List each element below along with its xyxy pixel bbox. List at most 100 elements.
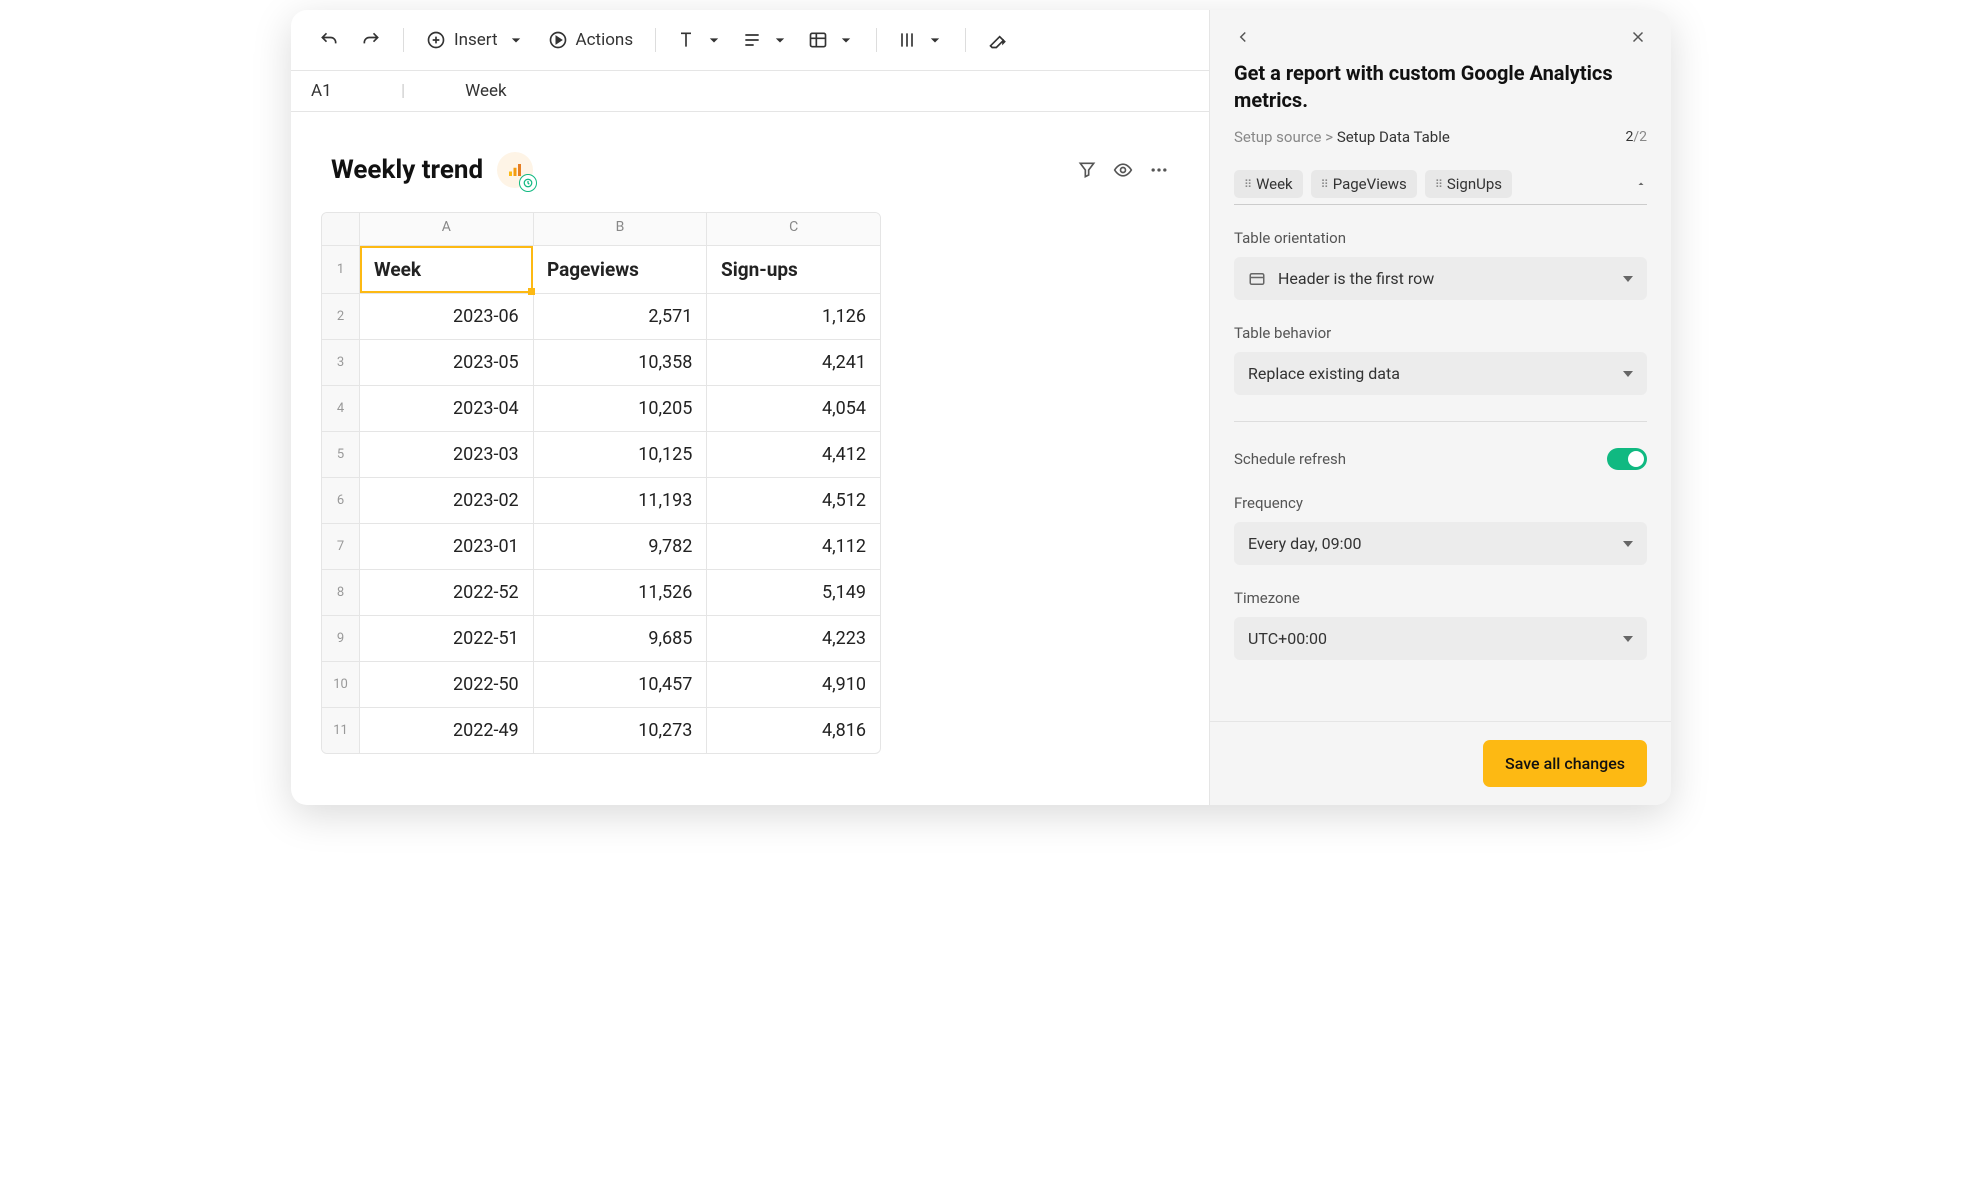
chevron-up-icon[interactable]	[1635, 175, 1647, 194]
frequency-dropdown[interactable]: Every day, 09:00	[1234, 522, 1647, 565]
column-header[interactable]: A	[360, 213, 534, 245]
header-cell[interactable]: Pageviews	[533, 246, 707, 293]
separator	[403, 28, 404, 52]
chevron-down-icon	[836, 30, 856, 50]
side-panel: Get a report with custom Google Analytic…	[1209, 10, 1671, 805]
table-icon	[808, 30, 828, 50]
data-cell[interactable]: 2023-05	[360, 340, 534, 385]
data-cell[interactable]: 2023-04	[360, 386, 534, 431]
data-cell[interactable]: 2023-03	[360, 432, 534, 477]
column-pill[interactable]: ⠿PageViews	[1311, 170, 1417, 198]
header-cell[interactable]: Sign-ups	[707, 246, 880, 293]
data-cell[interactable]: 4,241	[707, 340, 880, 385]
data-cell[interactable]: 2,571	[534, 294, 708, 339]
data-cell[interactable]: 4,054	[707, 386, 880, 431]
back-icon[interactable]	[1234, 28, 1252, 46]
insert-button[interactable]: Insert	[418, 22, 534, 58]
schedule-indicator-icon	[519, 174, 537, 192]
data-cell[interactable]: 1,126	[707, 294, 880, 339]
play-circle-icon	[548, 30, 568, 50]
timezone-dropdown[interactable]: UTC+00:00	[1234, 617, 1647, 660]
column-header[interactable]: C	[707, 213, 880, 245]
save-button[interactable]: Save all changes	[1483, 740, 1647, 787]
panel-footer: Save all changes	[1210, 721, 1671, 805]
text-format-button[interactable]	[670, 22, 730, 58]
separator	[655, 28, 656, 52]
redo-button[interactable]	[353, 22, 389, 58]
row-number[interactable]: 8	[322, 570, 360, 615]
data-cell[interactable]: 2023-02	[360, 478, 534, 523]
undo-button[interactable]	[311, 22, 347, 58]
data-cell[interactable]: 2023-06	[360, 294, 534, 339]
row-number[interactable]: 9	[322, 616, 360, 661]
data-cell[interactable]: 4,816	[707, 708, 880, 753]
eraser-button[interactable]	[980, 22, 1016, 58]
timezone-label: Timezone	[1234, 589, 1647, 607]
data-cell[interactable]: 4,412	[707, 432, 880, 477]
data-cell[interactable]: 4,512	[707, 478, 880, 523]
data-cell[interactable]: 4,910	[707, 662, 880, 707]
separator	[876, 28, 877, 52]
data-cell[interactable]: 10,125	[534, 432, 708, 477]
table-actions	[1077, 160, 1169, 180]
data-cell[interactable]: 10,457	[534, 662, 708, 707]
row-number[interactable]: 1	[322, 246, 360, 293]
app-window: Insert Actions	[291, 10, 1671, 805]
drag-handle-icon: ⠿	[1244, 178, 1250, 191]
filter-icon[interactable]	[1077, 160, 1097, 180]
column-pills[interactable]: ⠿Week ⠿PageViews ⠿SignUps	[1234, 164, 1647, 205]
data-cell[interactable]: 2022-51	[360, 616, 534, 661]
data-cell[interactable]: 11,526	[534, 570, 708, 615]
row-number[interactable]: 7	[322, 524, 360, 569]
cell-value[interactable]: Week	[465, 81, 506, 101]
more-icon[interactable]	[1149, 160, 1169, 180]
align-button[interactable]	[736, 22, 796, 58]
chevron-down-icon	[704, 30, 724, 50]
actions-button[interactable]: Actions	[540, 22, 642, 58]
row-number[interactable]: 11	[322, 708, 360, 753]
column-pill[interactable]: ⠿SignUps	[1425, 170, 1512, 198]
cell-id[interactable]: A1	[311, 81, 341, 101]
column-header[interactable]: B	[534, 213, 708, 245]
data-cell[interactable]: 11,193	[534, 478, 708, 523]
row-number[interactable]: 4	[322, 386, 360, 431]
layout-button[interactable]	[891, 22, 951, 58]
data-cell[interactable]: 2022-52	[360, 570, 534, 615]
main-area: Insert Actions	[291, 10, 1209, 805]
data-grid[interactable]: ABC 1WeekPageviewsSign-ups 22023-062,5711,…	[321, 212, 881, 754]
data-cell[interactable]: 2022-50	[360, 662, 534, 707]
row-number[interactable]: 10	[322, 662, 360, 707]
data-cell[interactable]: 5,149	[707, 570, 880, 615]
orientation-dropdown[interactable]: Header is the first row	[1234, 257, 1647, 300]
breadcrumb: Setup source > Setup Data Table 2/2	[1210, 128, 1671, 160]
table-options-button[interactable]	[802, 22, 862, 58]
frequency-label: Frequency	[1234, 494, 1647, 512]
row-number[interactable]: 3	[322, 340, 360, 385]
panel-body: ⠿Week ⠿PageViews ⠿SignUps Table orientatio…	[1210, 160, 1671, 721]
header-cell[interactable]: Week	[360, 246, 533, 293]
table-row-icon	[1248, 270, 1266, 288]
behavior-dropdown[interactable]: Replace existing data	[1234, 352, 1647, 395]
data-cell[interactable]: 10,358	[534, 340, 708, 385]
row-number[interactable]: 2	[322, 294, 360, 339]
panel-nav	[1234, 28, 1647, 46]
row-number[interactable]: 5	[322, 432, 360, 477]
drag-handle-icon: ⠿	[1321, 178, 1327, 191]
data-cell[interactable]: 9,782	[534, 524, 708, 569]
data-cell[interactable]: 10,205	[534, 386, 708, 431]
schedule-toggle[interactable]	[1607, 448, 1647, 470]
row-number[interactable]: 6	[322, 478, 360, 523]
table-header: Weekly trend	[321, 152, 1179, 188]
content-area: Weekly trend ABC1WeekPageviewsSign-ups22…	[291, 112, 1209, 805]
close-icon[interactable]	[1629, 28, 1647, 46]
orientation-label: Table orientation	[1234, 229, 1647, 247]
column-pill[interactable]: ⠿Week	[1234, 170, 1303, 198]
data-cell[interactable]: 4,112	[707, 524, 880, 569]
data-cell[interactable]: 2022-49	[360, 708, 534, 753]
data-cell[interactable]: 10,273	[534, 708, 708, 753]
eye-icon[interactable]	[1113, 160, 1133, 180]
data-cell[interactable]: 9,685	[534, 616, 708, 661]
breadcrumb-prev[interactable]: Setup source	[1234, 128, 1322, 146]
data-cell[interactable]: 2023-01	[360, 524, 534, 569]
data-cell[interactable]: 4,223	[707, 616, 880, 661]
